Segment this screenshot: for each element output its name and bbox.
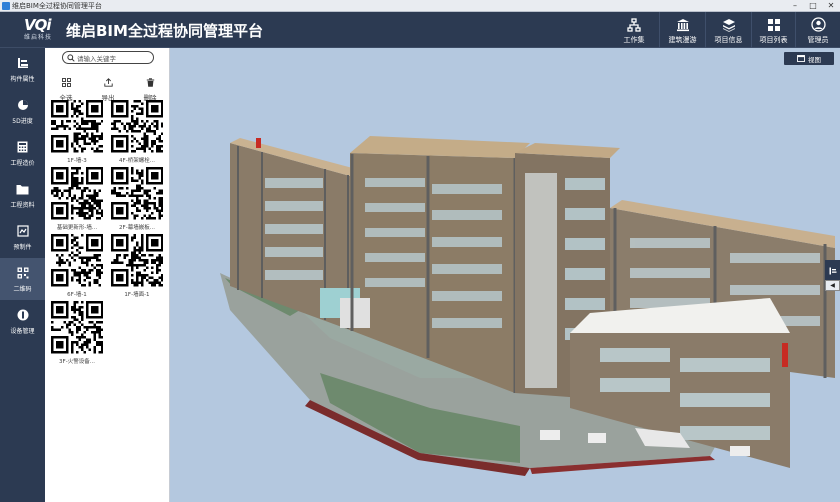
folder-icon xyxy=(0,181,45,197)
nav-building-tour[interactable]: 建筑漫游 xyxy=(659,12,705,48)
select-all-icon xyxy=(61,78,71,87)
logo-subtitle: 维启科技 xyxy=(24,34,53,41)
progress-icon xyxy=(0,97,45,113)
component-icon xyxy=(0,55,45,71)
qrcode-item[interactable]: 2F-幕墙嵌板... xyxy=(109,167,165,231)
sidebar-label: 设备管理 xyxy=(10,328,35,335)
layers-icon xyxy=(706,12,751,32)
qrcode-caption: 3F-火警设备... xyxy=(59,358,95,365)
qrcode-caption: 4F-桥架螺栓... xyxy=(119,157,155,164)
app-icon xyxy=(2,2,10,10)
export-icon xyxy=(103,78,113,87)
nav-label: 建筑漫游 xyxy=(668,36,697,44)
qrcode-caption: 6F-墙-1 xyxy=(67,291,87,298)
model-viewport[interactable]: 视图 构件 ◀ xyxy=(170,48,840,502)
qrcode-image xyxy=(50,301,104,354)
app-title: 维启BIM全过程协同管理平台 xyxy=(66,22,263,40)
nav-label: 管理员 xyxy=(807,36,829,44)
building-icon xyxy=(660,12,705,32)
sidebar-item-device-management[interactable]: 设备管理 xyxy=(0,300,45,342)
sidebar-item-qrcode[interactable]: 二维码 xyxy=(0,258,45,300)
search-input[interactable]: 请输入关键字 xyxy=(77,53,116,63)
view-button-label: 视图 xyxy=(808,55,821,64)
qrcode-caption: 1F-墙面-1 xyxy=(124,291,150,298)
user-icon xyxy=(796,12,840,32)
qrcode-item[interactable]: 基础更新形-墙... xyxy=(49,167,105,231)
qrcode-image xyxy=(110,234,164,287)
sidebar-item-5d-progress[interactable]: 5D进度 xyxy=(0,90,45,132)
sidebar-label: 二维码 xyxy=(13,286,32,293)
nav-admin[interactable]: 管理员 xyxy=(795,12,840,48)
search-icon xyxy=(67,53,75,62)
left-sidebar: 构件属性 5D进度 工程造价 工程资料 预制件 二维码 设备管理 xyxy=(0,48,45,502)
logo: VQi 维启科技 xyxy=(24,16,60,44)
qrcode-image xyxy=(50,167,104,220)
sidebar-item-cost[interactable]: 工程造价 xyxy=(0,132,45,174)
sidebar-item-component-properties[interactable]: 构件属性 xyxy=(0,48,45,90)
nav-project-info[interactable]: 项目信息 xyxy=(705,12,751,48)
app-header: VQi 维启科技 维启BIM全过程协同管理平台 工作集 建筑漫游 项目信息 项目… xyxy=(0,12,840,48)
minimize-button[interactable]: – xyxy=(786,0,804,12)
qrcode-image xyxy=(110,167,164,220)
building-model-render[interactable] xyxy=(170,48,840,502)
collapse-arrow-icon[interactable]: ◀ xyxy=(825,280,840,291)
qrcode-item[interactable]: 1F-墙面-1 xyxy=(109,234,165,298)
workset-icon xyxy=(614,12,654,32)
view-button[interactable]: 视图 xyxy=(784,52,834,65)
qrcode-image xyxy=(50,234,104,287)
grid-icon xyxy=(752,12,795,32)
calculator-icon xyxy=(0,139,45,155)
prefab-icon xyxy=(0,223,45,239)
nav-label: 工作集 xyxy=(623,36,645,44)
nav-workset[interactable]: 工作集 xyxy=(614,12,654,48)
device-icon xyxy=(0,307,45,323)
sidebar-item-prefab[interactable]: 预制件 xyxy=(0,216,45,258)
qrcode-panel: 请输入关键字 全选 导出 删除 1F-墙-3 4F-桥架螺栓... 基础更新形-墙.… xyxy=(45,48,170,502)
close-button[interactable]: ✕ xyxy=(822,0,840,12)
sidebar-item-documents[interactable]: 工程资料 xyxy=(0,174,45,216)
qrcode-item[interactable]: 6F-墙-1 xyxy=(49,234,105,298)
qrcode-item[interactable]: 4F-桥架螺栓... xyxy=(109,100,165,164)
sidebar-label: 工程资料 xyxy=(10,202,35,209)
nav-label: 项目列表 xyxy=(759,36,788,44)
window-icon xyxy=(797,55,805,62)
maximize-button[interactable]: □ xyxy=(804,0,822,12)
qrcode-image xyxy=(50,100,104,153)
nav-project-list[interactable]: 项目列表 xyxy=(751,12,795,48)
panel-toolbar: 全选 导出 删除 xyxy=(45,72,170,102)
sidebar-label: 构件属性 xyxy=(10,76,35,83)
select-all-button[interactable]: 全选 xyxy=(51,72,81,102)
sidebar-label: 预制件 xyxy=(13,244,32,251)
nav-label: 项目信息 xyxy=(714,36,743,44)
export-button[interactable]: 导出 xyxy=(93,72,123,102)
trash-icon xyxy=(146,78,154,87)
qrcode-item[interactable]: 1F-墙-3 xyxy=(49,100,105,164)
search-box[interactable]: 请输入关键字 xyxy=(62,51,154,64)
qrcode-image xyxy=(110,100,164,153)
qrcode-caption: 2F-幕墙嵌板... xyxy=(119,224,155,231)
window-title: 维启BIM全过程协同管理平台 xyxy=(12,2,102,10)
qrcode-caption: 1F-墙-3 xyxy=(67,157,87,164)
sidebar-label: 5D进度 xyxy=(12,118,33,125)
window-titlebar: 维启BIM全过程协同管理平台 – □ ✕ xyxy=(0,0,840,12)
sidebar-label: 工程造价 xyxy=(10,160,35,167)
qrcode-item[interactable]: 3F-火警设备... xyxy=(49,301,105,365)
delete-button[interactable]: 删除 xyxy=(135,72,165,102)
qrcode-caption: 基础更新形-墙... xyxy=(56,224,98,231)
component-icon xyxy=(829,267,836,275)
qrcode-icon xyxy=(0,265,45,281)
